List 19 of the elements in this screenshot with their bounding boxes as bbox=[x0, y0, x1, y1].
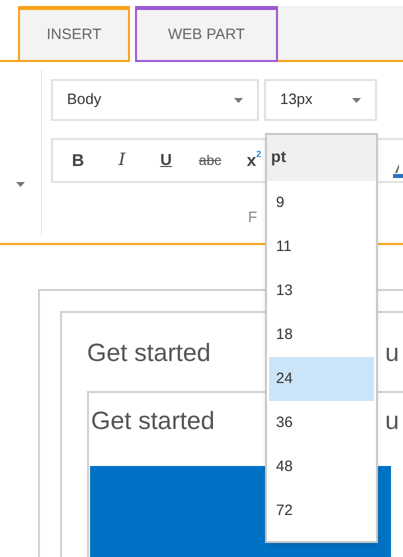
ribbon-tab[interactable]: INSERT bbox=[18, 6, 130, 62]
heading-text: u bbox=[385, 406, 399, 437]
heading-text: Get started bbox=[87, 338, 211, 369]
caret-icon bbox=[234, 98, 243, 102]
strikethrough-button[interactable]: abc bbox=[199, 150, 221, 171]
heading-text: Get started bbox=[91, 406, 215, 437]
underline-button[interactable]: U bbox=[155, 148, 177, 172]
font-color-icon[interactable] bbox=[393, 164, 403, 178]
group-label: F bbox=[247, 208, 258, 228]
font-size-dropdown[interactable]: 13px bbox=[264, 79, 377, 121]
menu-item[interactable]: 24 bbox=[269, 357, 374, 401]
caret-icon bbox=[352, 98, 361, 102]
ribbon-tab[interactable]: WEB PART bbox=[135, 6, 278, 62]
collapse-caret-icon[interactable] bbox=[16, 182, 25, 187]
bold-button[interactable]: B bbox=[67, 148, 89, 174]
menu-header: pt bbox=[267, 135, 376, 181]
style-dropdown[interactable]: Body bbox=[51, 79, 259, 121]
italic-button[interactable]: I bbox=[111, 148, 133, 174]
heading-text: u bbox=[385, 338, 399, 369]
